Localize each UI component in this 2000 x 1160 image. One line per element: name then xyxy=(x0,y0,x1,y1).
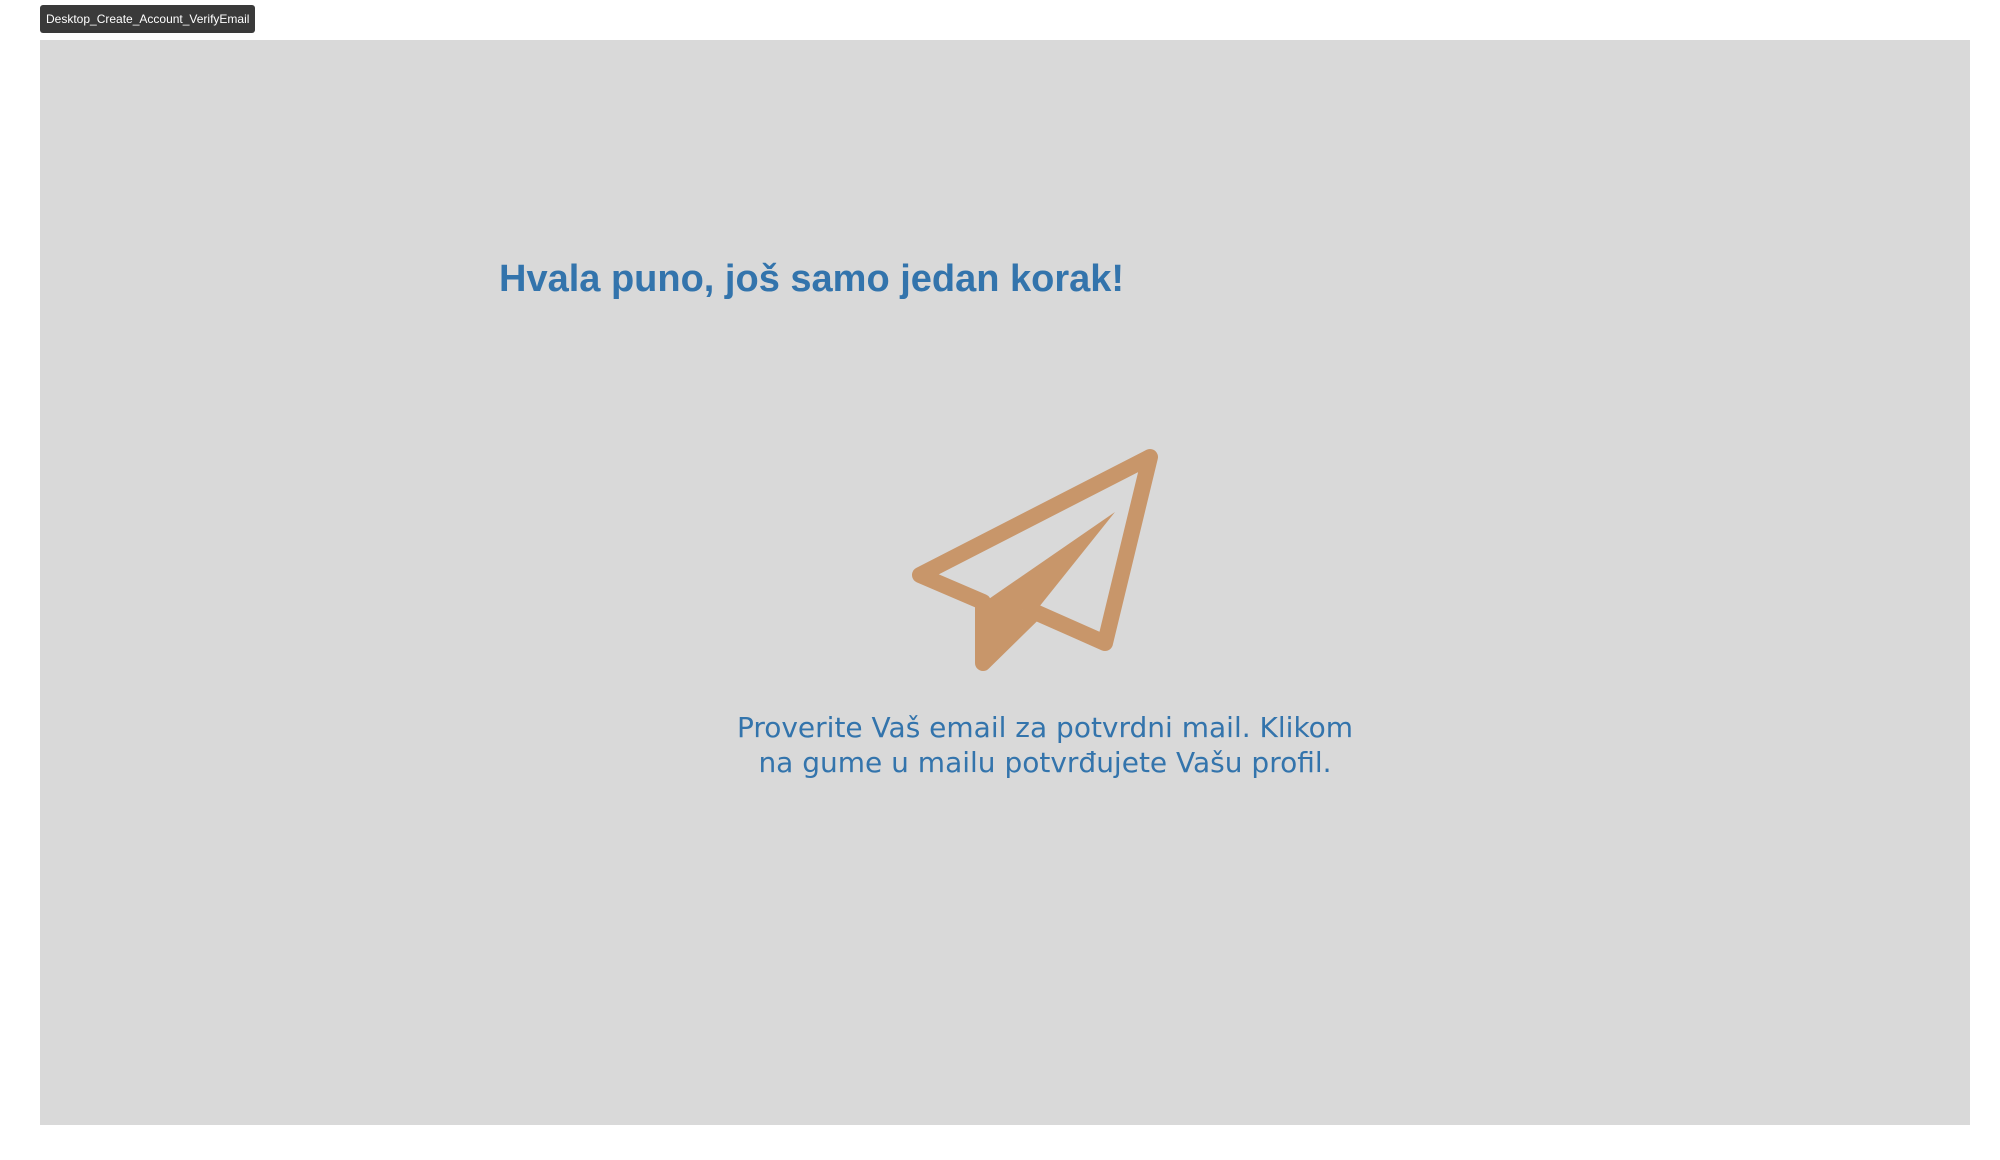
page-title: Hvala puno, još samo jedan korak! xyxy=(499,258,1125,300)
verify-message-line-1: Proverite Vaš email za potvrdni mail. Kl… xyxy=(736,711,1354,744)
verify-email-screen: Hvala puno, još samo jedan korak! Prover… xyxy=(40,40,1970,1125)
paper-plane-icon xyxy=(912,449,1158,671)
frame-label: Desktop_Create_Account_VerifyEmail xyxy=(40,5,256,33)
verify-message: Proverite Vaš email za potvrdni mail. Kl… xyxy=(605,710,1485,780)
verify-message-line-2: na gume u mailu potvrđujete Vašu profil. xyxy=(758,746,1332,779)
